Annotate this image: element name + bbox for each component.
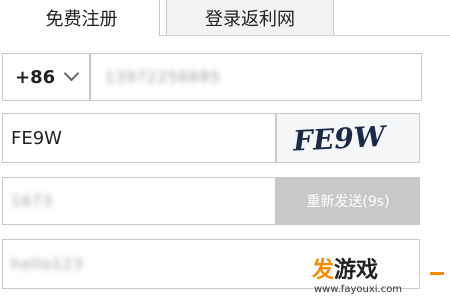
- captcha-input[interactable]: FE9W: [2, 113, 276, 163]
- watermark-underline: [430, 272, 444, 275]
- watermark-logo: 发游戏 www.fayouxi.com: [300, 252, 450, 300]
- watermark-brand-part2: 游戏: [334, 258, 379, 283]
- sms-code-input[interactable]: 1673: [2, 177, 276, 225]
- captcha-image-graphic: FE9W: [291, 120, 388, 158]
- tab-login[interactable]: 登录返利网: [166, 0, 334, 36]
- chevron-down-icon: [63, 65, 80, 82]
- phone-number-value: 13972256685: [105, 68, 221, 86]
- watermark-url: www.fayouxi.com: [314, 284, 403, 295]
- captcha-image-text: FE9W: [291, 120, 388, 158]
- tab-divider: [160, 35, 450, 36]
- resend-code-button[interactable]: 重新发送(9s): [276, 177, 420, 225]
- watermark-brand-part1: 发: [312, 258, 335, 283]
- register-panel: 免费注册 登录返利网 +86 13972256685 FE9W FE9W 167…: [0, 0, 450, 300]
- country-code-select[interactable]: +86: [2, 53, 90, 101]
- tab-free-register-label: 免费注册: [45, 9, 118, 30]
- country-code-value: +86: [15, 66, 56, 88]
- sms-code-value: 1673: [11, 192, 54, 210]
- resend-code-label: 重新发送(9s): [306, 194, 390, 210]
- captcha-image[interactable]: FE9W: [276, 113, 420, 163]
- captcha-input-value: FE9W: [11, 127, 62, 149]
- phone-input[interactable]: 13972256685: [90, 53, 422, 101]
- watermark-title: 发游戏: [312, 252, 378, 284]
- nickname-value: hello123: [11, 255, 84, 273]
- tab-login-label: 登录返利网: [205, 8, 295, 30]
- tab-free-register[interactable]: 免费注册: [4, 0, 160, 36]
